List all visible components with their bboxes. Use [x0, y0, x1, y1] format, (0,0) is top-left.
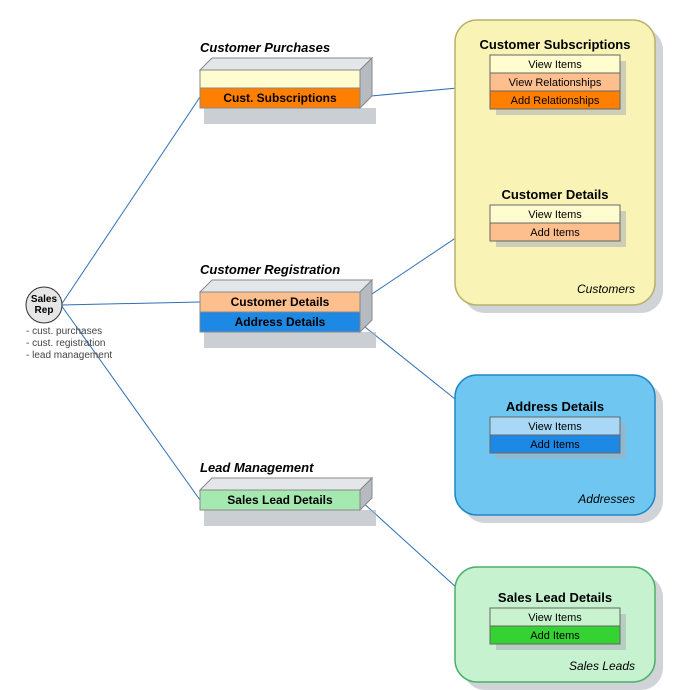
stack-customer-subscriptions-row-label: Add Relationships	[511, 95, 600, 107]
stack-customer-subscriptions-row-label: View Items	[528, 59, 582, 71]
actor-note: - cust. purchases	[26, 326, 102, 337]
stack-customer-details: Customer Details View Items Add Items	[490, 187, 626, 247]
block-lead-management-row-label: Sales Lead Details	[227, 493, 333, 507]
panel-customers: Customers Customer Subscriptions View Item…	[455, 20, 663, 313]
svg-text:Sales: Sales	[31, 294, 58, 305]
block-lead-management: Lead Management Sales Lead Details	[200, 460, 376, 526]
block-customer-purchases-title: Customer Purchases	[200, 40, 330, 55]
actor-note: - lead management	[26, 350, 112, 361]
stack-customer-subscriptions-title: Customer Subscriptions	[480, 37, 631, 52]
panel-caption: Sales Leads	[569, 659, 635, 673]
panel-caption: Customers	[577, 282, 635, 296]
stack-customer-subscriptions: Customer Subscriptions View Items View Rel…	[480, 37, 631, 115]
stack-customer-details-row-label: View Items	[528, 209, 582, 221]
stack-customer-details-title: Customer Details	[502, 187, 609, 202]
stack-sales-lead-details: Sales Lead Details View Items Add Items	[490, 590, 626, 650]
block-customer-purchases-row-label: Cust. Subscriptions	[223, 91, 337, 105]
stack-sales-lead-details-row-label: View Items	[528, 612, 582, 624]
panel-salesleads: Sales Leads Sales Lead Details View Items A…	[455, 567, 663, 690]
stack-customer-details-row-label: Add Items	[530, 227, 580, 239]
block-customer-registration: Customer Registration Customer Details Add…	[200, 262, 376, 348]
svg-text:Rep: Rep	[35, 305, 54, 316]
block-customer-registration-row-label: Customer Details	[231, 295, 330, 309]
block-lead-management-title: Lead Management	[200, 460, 314, 475]
panel-addresses: Addresses Address Details View Items Add It…	[455, 375, 663, 523]
connector-line	[61, 302, 200, 305]
stack-address-details-row-label: Add Items	[530, 439, 580, 451]
stack-address-details-row-label: View Items	[528, 421, 582, 433]
stack-sales-lead-details-title: Sales Lead Details	[498, 590, 612, 605]
connector-line	[61, 97, 200, 305]
block-customer-registration-row-label: Address Details	[235, 315, 326, 329]
stack-customer-subscriptions-row-label: View Relationships	[509, 77, 602, 89]
block-customer-registration-title: Customer Registration	[200, 262, 340, 277]
block-customer-purchases: Customer Purchases Cust. Subscriptions	[200, 40, 376, 124]
stack-sales-lead-details-row-label: Add Items	[530, 630, 580, 642]
stack-address-details-title: Address Details	[506, 399, 604, 414]
actor-note: - cust. registration	[26, 338, 105, 349]
actor-sales-rep: SalesRep - cust. purchases- cust. registr…	[26, 287, 112, 361]
panel-caption: Addresses	[577, 492, 635, 506]
